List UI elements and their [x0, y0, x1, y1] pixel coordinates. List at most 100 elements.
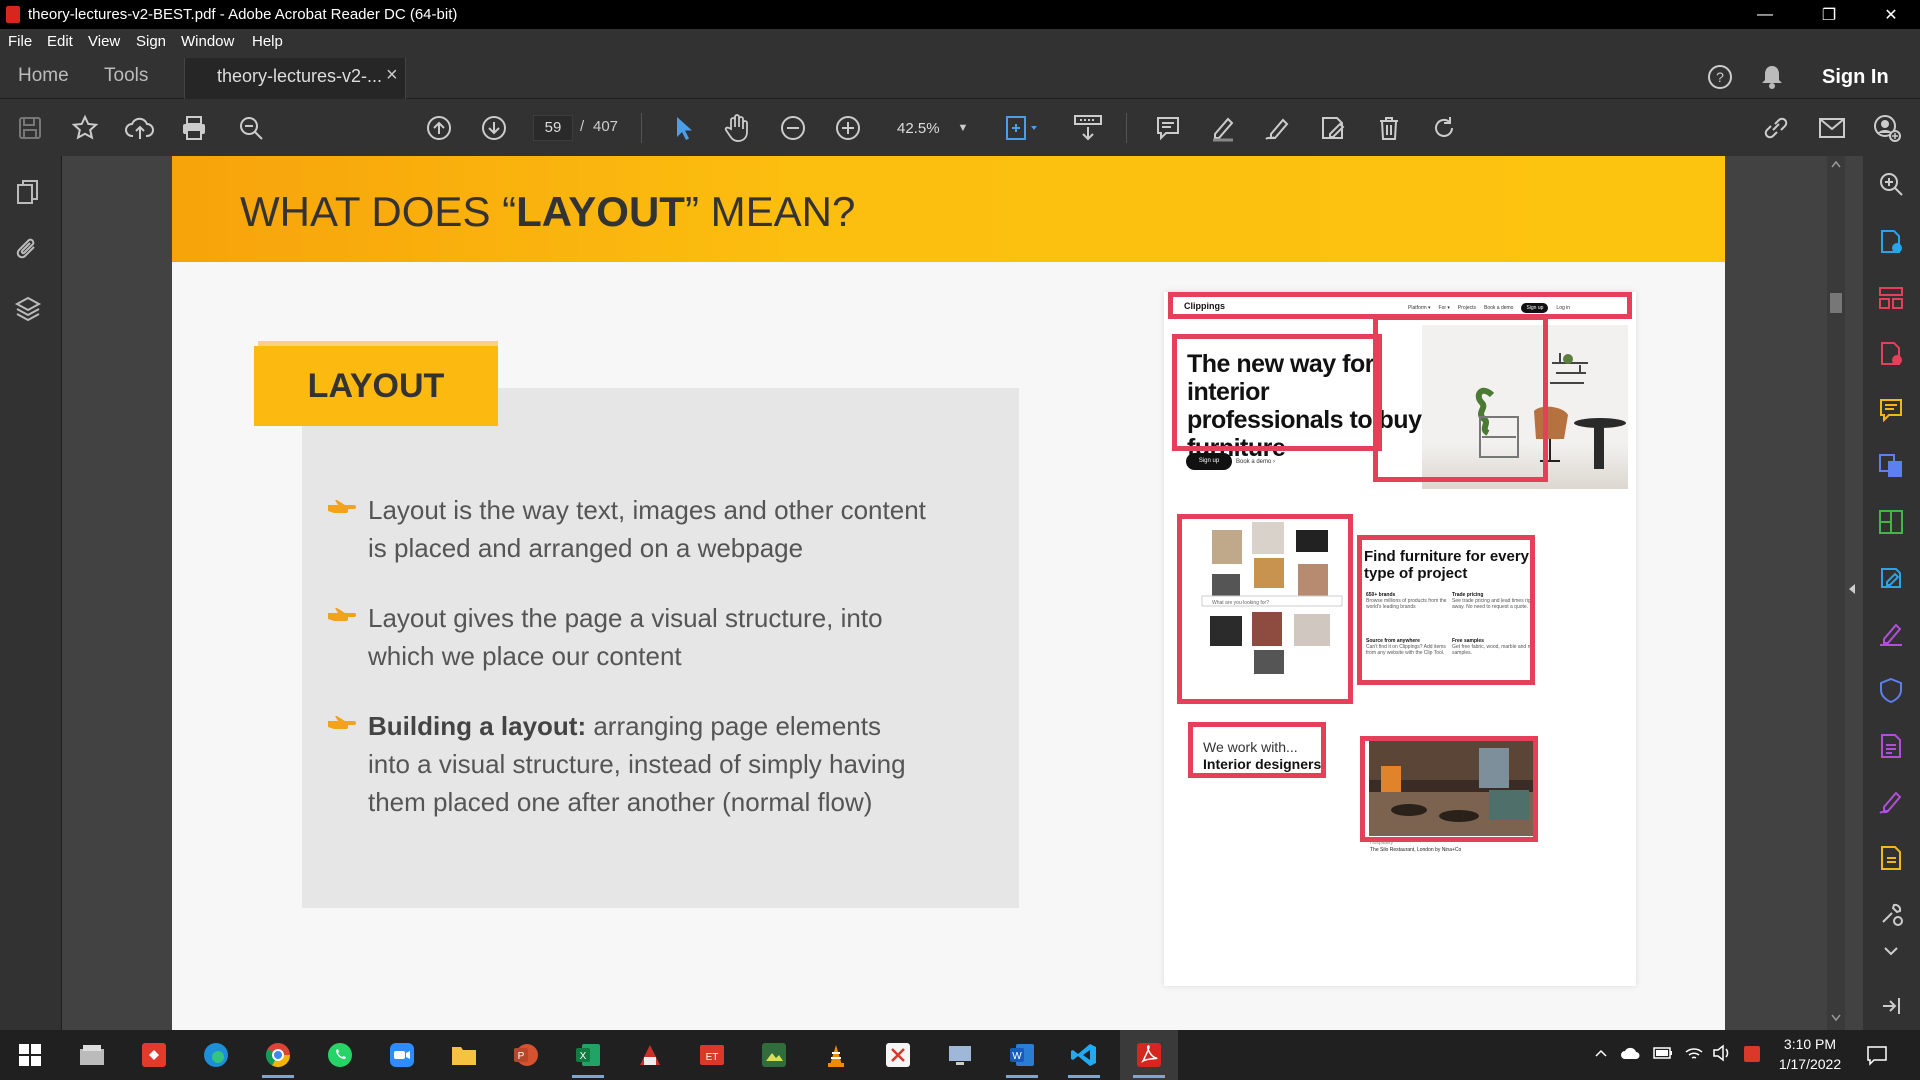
- send-review-icon[interactable]: [1877, 844, 1905, 872]
- app-anydesk-icon[interactable]: [134, 1035, 174, 1075]
- zoom-in-icon[interactable]: [828, 108, 868, 148]
- scroll-down-icon[interactable]: [1831, 1014, 1841, 1022]
- delete-icon[interactable]: [1369, 108, 1409, 148]
- app-acrobat-icon[interactable]: [1129, 1035, 1169, 1078]
- page-number-input[interactable]: 59: [533, 115, 573, 141]
- request-signature-icon[interactable]: [1877, 788, 1905, 816]
- expand-right-panel-icon[interactable]: [1847, 582, 1857, 596]
- print-icon[interactable]: [174, 108, 214, 148]
- toolbar: 59 / 407 42.5% ▼: [0, 99, 1920, 156]
- wifi-icon[interactable]: [1684, 1044, 1704, 1062]
- app-file-explorer-icon[interactable]: [444, 1035, 484, 1075]
- fill-sign-icon[interactable]: [1258, 108, 1298, 148]
- sign-in-button[interactable]: Sign In: [1822, 66, 1889, 89]
- zoom-select[interactable]: 42.5% ▼: [885, 115, 975, 141]
- share-user-icon[interactable]: [1867, 108, 1907, 148]
- select-cursor-icon[interactable]: [663, 108, 703, 148]
- app-edge-icon[interactable]: [196, 1035, 236, 1075]
- compress-pdf-icon[interactable]: [1877, 508, 1905, 536]
- menu-help[interactable]: Help: [252, 33, 283, 50]
- page-down-icon[interactable]: [474, 108, 514, 148]
- app-whatsapp-icon[interactable]: [320, 1035, 360, 1075]
- page-thumbnails-icon[interactable]: [14, 178, 42, 208]
- fit-page-icon[interactable]: [1002, 108, 1042, 148]
- page-up-icon[interactable]: [419, 108, 459, 148]
- onedrive-icon[interactable]: [1620, 1045, 1642, 1061]
- highlight-pen-icon[interactable]: [1203, 108, 1243, 148]
- tab-home[interactable]: Home: [18, 65, 69, 87]
- menu-sign[interactable]: Sign: [136, 33, 166, 50]
- notification-app-icon[interactable]: [1742, 1044, 1762, 1064]
- show-hidden-icons-icon[interactable]: [1594, 1048, 1608, 1058]
- app-snipping-icon[interactable]: [878, 1035, 918, 1075]
- clock-time[interactable]: 3:10 PM: [1774, 1036, 1846, 1052]
- close-window-button[interactable]: ✕: [1862, 0, 1920, 29]
- mock-restaurant-caption: The Silo Restaurant, London by Nina+Co: [1370, 847, 1462, 853]
- tab-tools[interactable]: Tools: [104, 65, 148, 87]
- rotate-icon[interactable]: [1424, 108, 1464, 148]
- app-remote-desktop-icon[interactable]: [940, 1035, 980, 1075]
- edit-pdf-icon[interactable]: [1313, 108, 1353, 148]
- organize-pages-icon[interactable]: [1877, 284, 1905, 312]
- create-pdf-icon[interactable]: [1877, 340, 1905, 368]
- find-zoom-icon[interactable]: [231, 108, 271, 148]
- running-indicator: [1068, 1075, 1100, 1078]
- app-powerpoint-icon[interactable]: P: [506, 1035, 546, 1075]
- scroll-up-icon[interactable]: [1831, 160, 1841, 168]
- highlight-box: [1188, 722, 1326, 778]
- app-pdf-tool-icon[interactable]: [630, 1035, 670, 1075]
- hand-pan-icon[interactable]: [717, 108, 757, 148]
- running-indicator: [572, 1075, 604, 1078]
- app-vlc-icon[interactable]: [816, 1035, 856, 1075]
- app-zoom-icon[interactable]: [382, 1035, 422, 1075]
- email-icon[interactable]: [1812, 108, 1852, 148]
- menu-window[interactable]: Window: [181, 33, 234, 50]
- menu-view[interactable]: View: [88, 33, 120, 50]
- svg-text:?: ?: [1716, 69, 1724, 85]
- attachments-icon[interactable]: [14, 236, 42, 264]
- app-et-icon[interactable]: ET: [692, 1035, 732, 1075]
- bookmark-star-icon[interactable]: [65, 108, 105, 148]
- combine-files-icon[interactable]: [1877, 452, 1905, 480]
- app-word-icon[interactable]: W: [1002, 1035, 1042, 1078]
- app-photo-tool-icon[interactable]: [754, 1035, 794, 1075]
- menu-file[interactable]: File: [8, 33, 32, 50]
- export-pdf-icon[interactable]: [1877, 228, 1905, 256]
- restore-button[interactable]: ❐: [1800, 0, 1858, 29]
- layers-icon[interactable]: [14, 294, 42, 322]
- notifications-bell-icon[interactable]: [1759, 63, 1785, 91]
- upload-cloud-icon[interactable]: [120, 108, 160, 148]
- battery-icon[interactable]: [1652, 1045, 1674, 1061]
- clock-date[interactable]: 1/17/2022: [1774, 1056, 1846, 1072]
- scroll-mode-icon[interactable]: [1068, 108, 1108, 148]
- comment-icon[interactable]: [1148, 108, 1188, 148]
- windows-start-icon[interactable]: [10, 1035, 50, 1075]
- scroll-thumb[interactable]: [1830, 293, 1842, 313]
- app-excel-icon[interactable]: X: [568, 1035, 608, 1078]
- vertical-scrollbar[interactable]: [1827, 156, 1845, 1030]
- comment-tool-icon[interactable]: [1877, 396, 1905, 424]
- pdf-standards-icon[interactable]: [1877, 732, 1905, 760]
- save-icon[interactable]: [10, 108, 50, 148]
- action-center-icon[interactable]: [1866, 1044, 1888, 1066]
- collapse-panel-icon[interactable]: [1879, 994, 1903, 1018]
- toolbar-divider: [641, 113, 642, 143]
- share-link-icon[interactable]: [1756, 108, 1796, 148]
- tab-document[interactable]: theory-lectures-v2-... ×: [184, 58, 406, 99]
- edit-tool-icon[interactable]: [1877, 564, 1905, 592]
- app-vscode-icon[interactable]: [1064, 1035, 1104, 1078]
- more-tools-icon[interactable]: [1877, 900, 1905, 928]
- minimize-button[interactable]: —: [1736, 0, 1794, 29]
- help-icon[interactable]: ?: [1706, 63, 1734, 91]
- fill-sign-tool-icon[interactable]: [1877, 620, 1905, 648]
- protect-icon[interactable]: [1877, 676, 1905, 704]
- page-separator: /: [580, 118, 585, 135]
- app-chrome-icon[interactable]: [258, 1035, 298, 1078]
- chevron-down-icon[interactable]: [1883, 946, 1899, 956]
- zoom-out-icon[interactable]: [773, 108, 813, 148]
- search-zoom-icon[interactable]: [1877, 170, 1905, 198]
- tab-close-button[interactable]: ×: [386, 64, 398, 87]
- app-explorer-icon[interactable]: [72, 1035, 112, 1075]
- menu-edit[interactable]: Edit: [47, 33, 73, 50]
- volume-icon[interactable]: [1712, 1044, 1732, 1062]
